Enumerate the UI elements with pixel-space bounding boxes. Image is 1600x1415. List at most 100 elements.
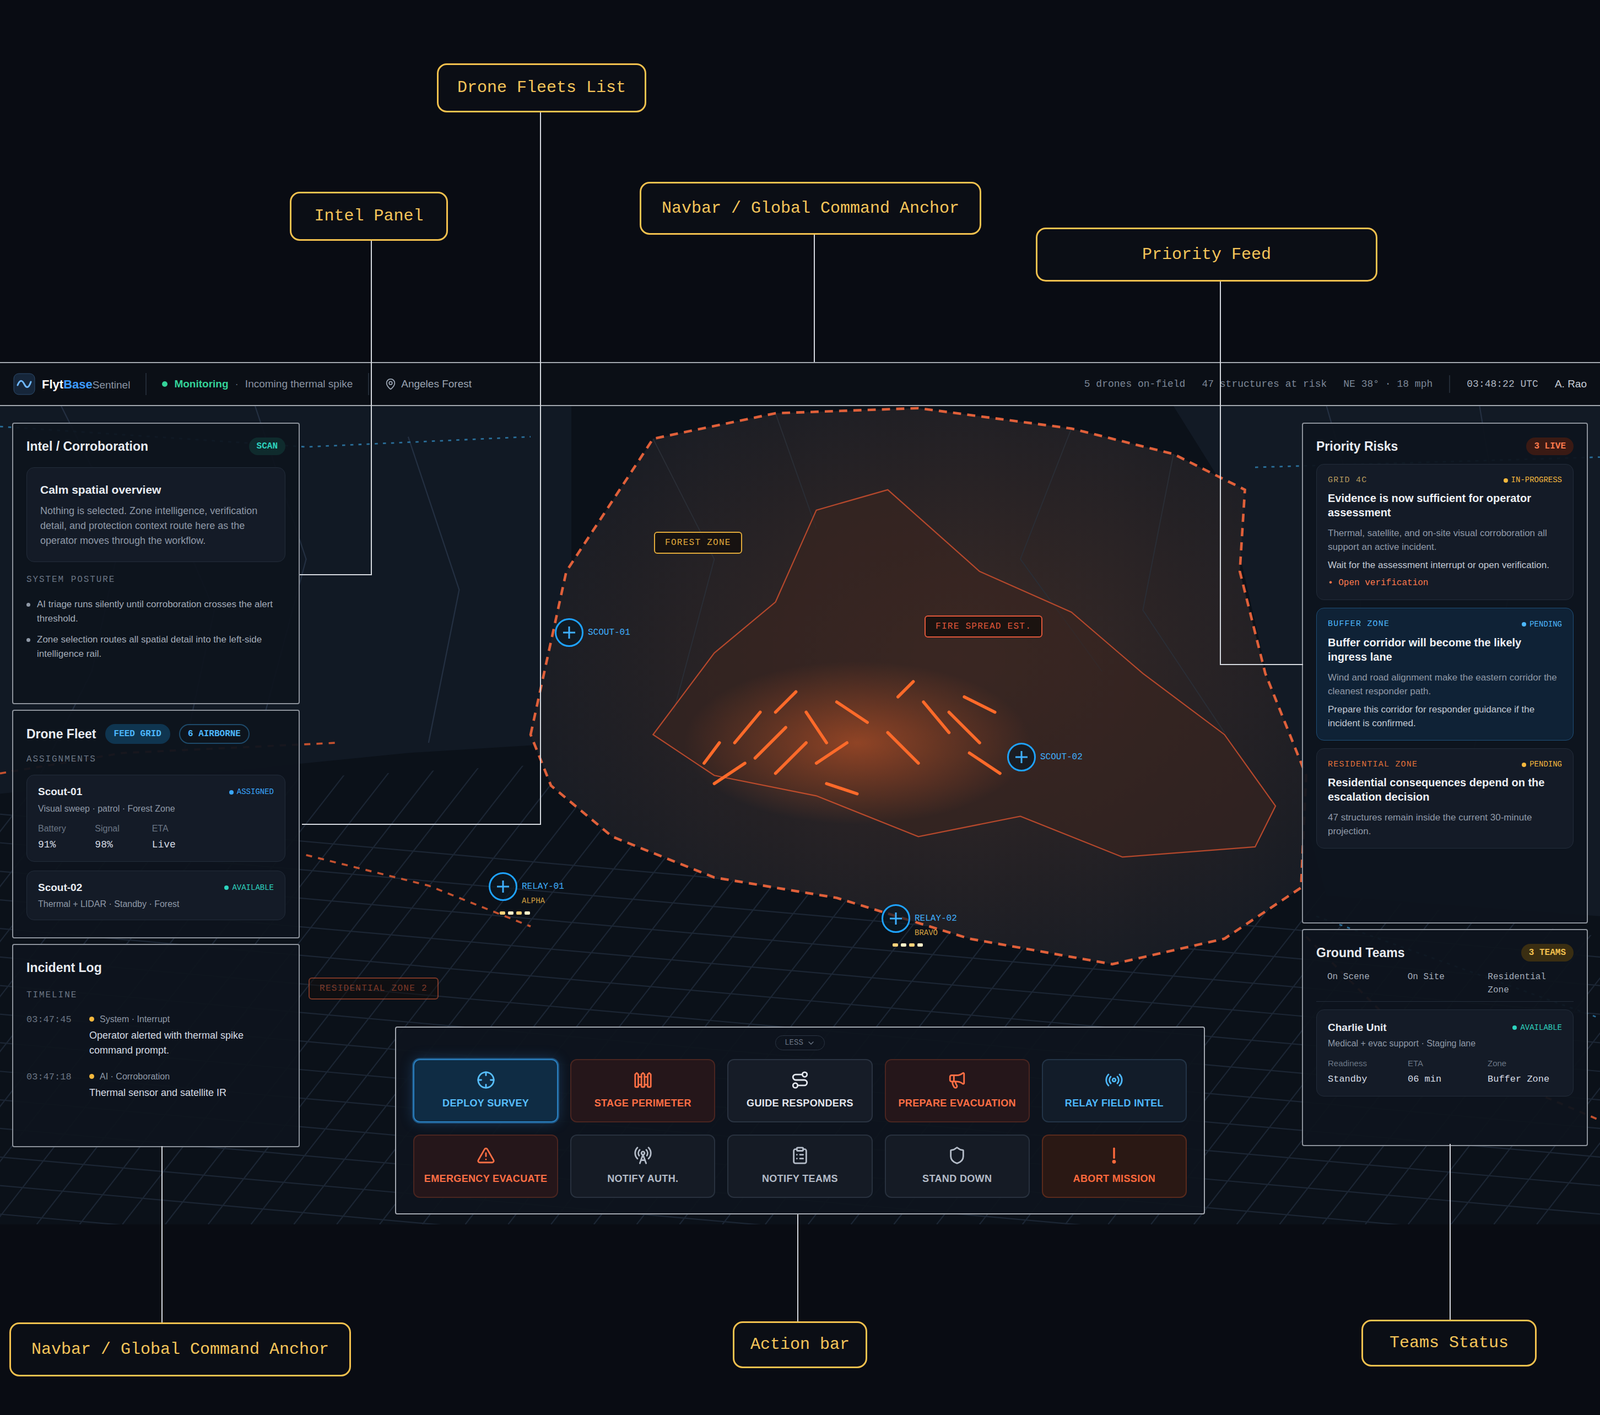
incident-log-panel: Incident Log TIMELINE 03:47:45System · Int… (12, 943, 300, 1148)
overview-card: Calm spatial overviewNothing is selected… (26, 467, 286, 563)
clipboard-icon (790, 1146, 810, 1165)
vehicle-lights (499, 911, 565, 915)
collapse-toggle[interactable]: LESS (775, 1035, 825, 1051)
callout-label: Drone Fleets List (436, 63, 647, 113)
drone-marker[interactable]: SCOUT-02 (1007, 742, 1083, 772)
plus-icon (1013, 749, 1030, 765)
action-button[interactable]: RELAY FIELD INTEL (1041, 1058, 1187, 1123)
zone-label[interactable]: RESIDENTIAL ZONE 2 (308, 977, 439, 1000)
drone-card[interactable]: Scout-02Thermal + LIDAR · Standby · Fore… (26, 870, 286, 921)
stat: 47 structures at risk (1201, 376, 1327, 392)
intel-panel: Intel / Corroboration SCAN Calm spatial ov… (12, 422, 300, 705)
route-icon (790, 1070, 810, 1090)
plus-icon (495, 878, 511, 895)
action-button[interactable]: STAND DOWN (884, 1134, 1030, 1198)
team-card[interactable]: Charlie UnitMedical + evac support · Sta… (1316, 1009, 1574, 1097)
action-button[interactable]: GUIDE RESPONDERS (727, 1058, 873, 1123)
plus-icon (561, 624, 577, 641)
action-button[interactable]: PREPARE EVACUATION (884, 1058, 1030, 1123)
right-rail: Priority Risks 3 LIVE GRID 4CIN-PROGRESSEv… (1301, 422, 1588, 1147)
panel-header: Intel / Corroboration SCAN (26, 436, 286, 457)
map[interactable]: FOREST ZONE FIRE SPREAD EST. RESIDENTIAL Z… (0, 406, 1600, 1225)
section-label: TIMELINE (26, 988, 286, 1002)
warning-icon (476, 1146, 496, 1165)
exclamation-icon (1104, 1146, 1124, 1165)
global-stats: 5 drones on-field 47 structures at risk NE… (1084, 375, 1587, 393)
drone-marker[interactable]: RELAY-02BRAVO (881, 904, 958, 947)
left-rail: Intel / Corroboration SCAN Calm spatial ov… (12, 422, 300, 1148)
user[interactable]: A. Rao (1554, 376, 1587, 393)
divider (145, 373, 147, 396)
posture-item: AI triage runs silently until corroborat… (26, 597, 286, 626)
panel-title: Intel / Corroboration (26, 436, 149, 457)
risk-card[interactable]: BUFFER ZONEPENDINGBuffer corridor will b… (1316, 607, 1574, 741)
action-button[interactable]: DEPLOY SURVEY (413, 1058, 559, 1123)
risk-card[interactable]: RESIDENTIAL ZONEPENDINGResidential conse… (1316, 748, 1574, 850)
annotated-screen: FlytBaseSentinel Monitoring·Incoming ther… (0, 0, 1600, 1415)
zone-label[interactable]: FOREST ZONE (653, 531, 743, 554)
action-bar: LESS DEPLOY SURVEYSTAGE PERIMETERGUIDE RE… (395, 1026, 1205, 1215)
panel-header: Ground Teams 3 TEAMS (1316, 943, 1574, 963)
badge: SCAN (249, 437, 286, 456)
panel-header: Priority Risks 3 LIVE (1316, 436, 1574, 457)
callout-label: Teams Status (1361, 1319, 1537, 1367)
logo-icon (13, 373, 36, 396)
shield-icon (947, 1146, 967, 1165)
zone-label[interactable]: FIRE SPREAD EST. (924, 615, 1043, 638)
badge: 3 TEAMS (1521, 943, 1574, 962)
stat: 5 drones on-field (1084, 376, 1186, 392)
callout-label: Action bar (732, 1321, 868, 1369)
vehicle-lights (892, 943, 958, 947)
callout-label: Priority Feed (1035, 227, 1378, 282)
panel-title: Ground Teams (1316, 943, 1405, 963)
callout-label: Navbar / Global Command Anchor (9, 1322, 351, 1377)
drone-card[interactable]: Scout-01Visual sweep · patrol · Forest Z… (26, 774, 286, 862)
status-dot (161, 381, 168, 387)
log-entry: 03:47:45System · InterruptOperator alert… (26, 1012, 286, 1058)
app-screenshot: FlytBaseSentinel Monitoring·Incoming ther… (0, 361, 1600, 1225)
section-label: ASSIGNMENTS (26, 752, 286, 766)
chevron-down-icon (806, 1038, 816, 1048)
drone-stats: Battery91%Signal98%ETALive (38, 822, 204, 853)
risk-card[interactable]: GRID 4CIN-PROGRESSEvidence is now suffic… (1316, 463, 1574, 601)
ground-teams-panel: Ground Teams 3 TEAMS On SceneOn SiteReside… (1301, 928, 1588, 1147)
status: Monitoring·Incoming thermal spike (161, 376, 353, 393)
action-button[interactable]: NOTIFY TEAMS (727, 1134, 873, 1198)
megaphone-icon (947, 1070, 967, 1090)
action-button[interactable]: EMERGENCY EVACUATE (413, 1134, 559, 1198)
callout-label: Intel Panel (289, 191, 448, 241)
panel-title: Priority Risks (1316, 436, 1398, 457)
panel-header: Incident Log (26, 958, 286, 978)
action-button[interactable]: STAGE PERIMETER (570, 1058, 716, 1123)
drone-marker[interactable]: SCOUT-01 (554, 618, 631, 647)
action-button[interactable]: ABORT MISSION (1041, 1134, 1187, 1198)
radio-tower-icon (633, 1146, 653, 1165)
callout-label: Navbar / Global Command Anchor (639, 181, 982, 235)
action-button[interactable]: NOTIFY AUTH. (570, 1134, 716, 1198)
brand[interactable]: FlytBaseSentinel (13, 373, 131, 396)
team-row-partial: On SceneOn SiteResidential Zone (1316, 970, 1574, 1002)
drone-status: AVAILABLE (224, 882, 274, 894)
divider (368, 373, 370, 396)
posture-list: AI triage runs silently until corroborat… (26, 597, 286, 662)
section-label: SYSTEM POSTURE (26, 573, 286, 587)
fleet-tab[interactable]: FEED GRID (105, 723, 171, 744)
navbar: FlytBaseSentinel Monitoring·Incoming ther… (0, 361, 1600, 407)
log-entry: 03:47:18AI · CorroborationThermal sensor… (26, 1069, 286, 1101)
divider (1449, 375, 1451, 393)
priority-risks-panel: Priority Risks 3 LIVE GRID 4CIN-PROGRESSEv… (1301, 422, 1588, 924)
risk-link[interactable]: • Open verification (1327, 576, 1562, 590)
clock: 03:48:22 UTC (1466, 376, 1539, 392)
posture-item: Zone selection routes all spatial detail… (26, 632, 286, 662)
badge: 3 LIVE (1526, 437, 1574, 456)
fence-icon (633, 1070, 653, 1090)
drone-fleet-panel: Drone FleetFEED GRID6 AIRBORNEASSIGNMENT… (12, 709, 300, 939)
crosshair-icon (476, 1070, 496, 1090)
fleet-tab[interactable]: 6 AIRBORNE (179, 723, 250, 744)
location[interactable]: Angeles Forest (384, 376, 472, 393)
drone-status: ASSIGNED (229, 786, 274, 798)
panel-title: Incident Log (26, 958, 102, 978)
stat: NE 38° · 18 mph (1343, 376, 1433, 392)
drone-marker[interactable]: RELAY-01ALPHA (488, 872, 565, 915)
pin-icon (384, 377, 397, 391)
